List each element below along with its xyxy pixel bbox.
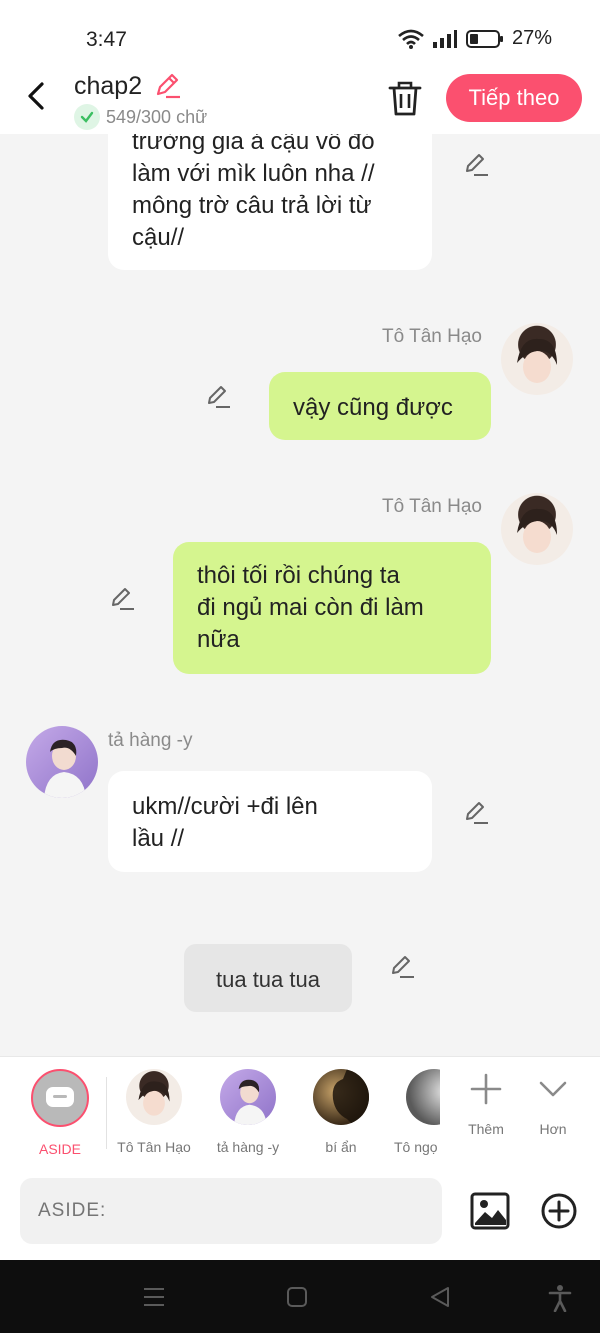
message-bubble[interactable]: ukm//cười +đi lên lầu //: [108, 771, 432, 872]
character-label: bí ẩn: [325, 1139, 357, 1155]
message-input[interactable]: [20, 1178, 442, 1244]
message-line: mông trờ câu trả lời từ: [132, 192, 372, 219]
home-icon[interactable]: [286, 1286, 308, 1308]
more-characters-button[interactable]: Hơn: [528, 1069, 578, 1137]
input-bar: [0, 1164, 600, 1260]
character-item[interactable]: Tô ngọ: [394, 1069, 440, 1155]
message-line: thôi tối rồi chúng ta: [197, 562, 400, 589]
signal-icon: [432, 29, 457, 48]
menu-icon[interactable]: [142, 1286, 166, 1308]
avatar[interactable]: [501, 493, 573, 565]
message-line: lầu //: [132, 825, 185, 852]
add-circle-icon[interactable]: [540, 1192, 578, 1230]
plus-icon: [470, 1073, 502, 1105]
battery-icon: [465, 29, 503, 48]
edit-message-icon[interactable]: [462, 150, 490, 178]
edit-message-icon[interactable]: [388, 952, 416, 980]
message-line: cậu//: [132, 224, 185, 251]
character-item[interactable]: bí ẩn: [304, 1069, 378, 1155]
aside-icon: [31, 1069, 89, 1127]
chapter-header: chap2 549/300 chữ Tiếp theo: [0, 70, 600, 134]
message-bubble[interactable]: trường gia ả cậu vô đó làm với mìk luôn …: [108, 134, 432, 270]
character-bar: ASIDE Tô Tân Hạo tả hàng -y bí ẩn Tô ngọ…: [0, 1056, 600, 1166]
message-line: vậy cũng được: [293, 394, 453, 421]
word-count: 549/300 chữ: [74, 104, 207, 130]
add-character-button[interactable]: Thêm: [460, 1069, 512, 1137]
edit-message-icon[interactable]: [204, 382, 232, 410]
word-count-text: 549/300 chữ: [106, 106, 208, 127]
message-bubble[interactable]: vậy cũng được: [269, 372, 491, 440]
message-line: tua tua tua: [216, 967, 320, 992]
divider: [106, 1077, 107, 1149]
wifi-icon: [398, 29, 424, 49]
avatar[interactable]: [26, 726, 98, 798]
sender-name: Tô Tân Hạo: [382, 326, 482, 347]
character-aside[interactable]: ASIDE: [22, 1069, 98, 1157]
character-label: ASIDE: [38, 1141, 81, 1157]
trash-icon[interactable]: [386, 78, 424, 118]
back-nav-icon[interactable]: [428, 1285, 452, 1309]
more-label: Hơn: [539, 1121, 567, 1137]
edit-message-icon[interactable]: [462, 798, 490, 826]
message-line: ukm//cười +đi lên: [132, 793, 318, 820]
add-label: Thêm: [468, 1121, 504, 1137]
system-nav-bar: [0, 1260, 600, 1333]
character-item[interactable]: Tô Tân Hạo: [114, 1069, 194, 1155]
status-time: 3:47: [86, 28, 127, 51]
character-label: tả hàng -y: [216, 1139, 280, 1155]
character-label: Tô ngọ: [394, 1139, 438, 1155]
chat-area[interactable]: trường gia ả cậu vô đó làm với mìk luôn …: [0, 134, 600, 1056]
status-bar: 3:47 27%: [0, 0, 600, 70]
status-icons: 27%: [398, 27, 552, 50]
chapter-title: chap2: [74, 72, 143, 100]
chevron-down-icon: [539, 1081, 567, 1097]
character-label: Tô Tân Hạo: [117, 1139, 191, 1155]
message-line: trường gia ả cậu vô đó: [132, 134, 375, 155]
message-line: đi ngủ mai còn đi làm: [197, 594, 424, 621]
avatar[interactable]: [501, 323, 573, 395]
image-icon[interactable]: [470, 1192, 510, 1230]
accessibility-icon[interactable]: [548, 1284, 572, 1312]
sender-name: tả hàng -y: [108, 730, 193, 751]
avatar: [126, 1069, 182, 1125]
message-bubble[interactable]: thôi tối rồi chúng ta đi ngủ mai còn đi …: [173, 542, 491, 674]
aside-bubble[interactable]: tua tua tua: [184, 944, 352, 1012]
battery-level: 27%: [511, 27, 552, 49]
check-icon: [74, 104, 100, 130]
avatar: [220, 1069, 276, 1125]
avatar: [313, 1069, 369, 1125]
character-item[interactable]: tả hàng -y: [210, 1069, 286, 1155]
back-button[interactable]: [20, 76, 56, 116]
avatar: [406, 1069, 440, 1125]
edit-message-icon[interactable]: [108, 584, 136, 612]
sender-name: Tô Tân Hạo: [382, 496, 482, 517]
message-line: làm với mìk luôn nha //: [132, 160, 375, 187]
message-line: nữa: [197, 626, 240, 653]
edit-title-icon[interactable]: [152, 70, 182, 100]
next-button[interactable]: Tiếp theo: [446, 74, 582, 122]
